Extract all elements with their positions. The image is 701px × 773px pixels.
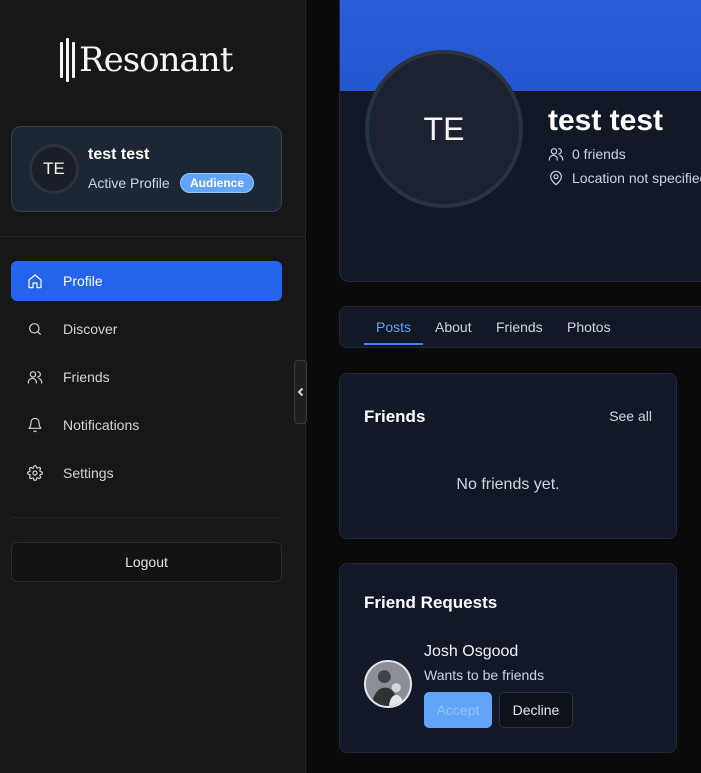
tab-about[interactable]: About xyxy=(435,307,472,347)
active-profile-card[interactable]: TE test test Active Profile Audience xyxy=(11,126,282,212)
home-icon xyxy=(27,273,43,289)
friends-card: Friends See all No friends yet. xyxy=(339,373,677,539)
accept-button[interactable]: Accept xyxy=(424,692,492,728)
friends-card-title: Friends xyxy=(364,407,426,426)
divider xyxy=(11,517,282,518)
profile-status: Active Profile xyxy=(88,175,170,191)
location: Location not specified xyxy=(548,170,701,186)
sidebar-item-profile[interactable]: Profile xyxy=(11,261,282,301)
empty-state-text: No friends yet. xyxy=(456,476,560,493)
sidebar-item-settings[interactable]: Settings xyxy=(11,453,282,493)
divider xyxy=(0,236,306,237)
logo-mark-icon xyxy=(60,38,75,82)
tab-friends[interactable]: Friends xyxy=(496,307,543,347)
gear-icon xyxy=(27,465,43,481)
profile-name: test test xyxy=(88,146,150,163)
profile-avatar: TE xyxy=(365,50,523,208)
decline-button[interactable]: Decline xyxy=(499,692,573,728)
app-logo[interactable]: Resonant xyxy=(60,36,233,84)
sidebar-item-friends[interactable]: Friends xyxy=(11,357,282,397)
role-badge: Audience xyxy=(180,173,255,193)
app-name: Resonant xyxy=(79,40,233,80)
sidebar: Resonant TE test test Active Profile Aud… xyxy=(0,0,306,773)
sidebar-item-label: Settings xyxy=(63,465,114,481)
profile-display-name: test test xyxy=(548,104,664,137)
search-icon xyxy=(27,321,43,337)
friend-requests-title: Friend Requests xyxy=(364,593,498,612)
logout-button[interactable]: Logout xyxy=(11,542,282,582)
sidebar-collapse-handle[interactable] xyxy=(294,360,307,424)
location-text: Location not specified xyxy=(572,170,701,186)
request-message: Wants to be friends xyxy=(424,667,545,683)
avatar[interactable] xyxy=(364,660,412,708)
see-all-link[interactable]: See all xyxy=(609,408,652,424)
tab-photos[interactable]: Photos xyxy=(567,307,611,347)
profile-tabs: Posts About Friends Photos xyxy=(339,306,701,348)
users-icon xyxy=(548,148,564,161)
chevron-left-icon xyxy=(297,387,303,397)
sidebar-item-label: Friends xyxy=(63,369,110,385)
sidebar-item-label: Profile xyxy=(63,273,103,289)
map-pin-icon xyxy=(550,170,562,186)
friends-count-text: 0 friends xyxy=(572,146,626,162)
bell-icon xyxy=(27,417,43,433)
friend-requests-card: Friend Requests Josh Osgood Wants to be … xyxy=(339,563,677,753)
tab-posts[interactable]: Posts xyxy=(376,307,411,347)
sidebar-item-notifications[interactable]: Notifications xyxy=(11,405,282,445)
sidebar-item-discover[interactable]: Discover xyxy=(11,309,282,349)
users-icon xyxy=(27,369,43,385)
active-tab-indicator xyxy=(364,343,423,345)
avatar: TE xyxy=(29,144,79,194)
sidebar-item-label: Notifications xyxy=(63,417,140,433)
user-photo-icon xyxy=(366,662,410,706)
requester-name[interactable]: Josh Osgood xyxy=(424,643,518,661)
friends-count: 0 friends xyxy=(548,146,626,162)
sidebar-item-label: Discover xyxy=(63,321,118,337)
